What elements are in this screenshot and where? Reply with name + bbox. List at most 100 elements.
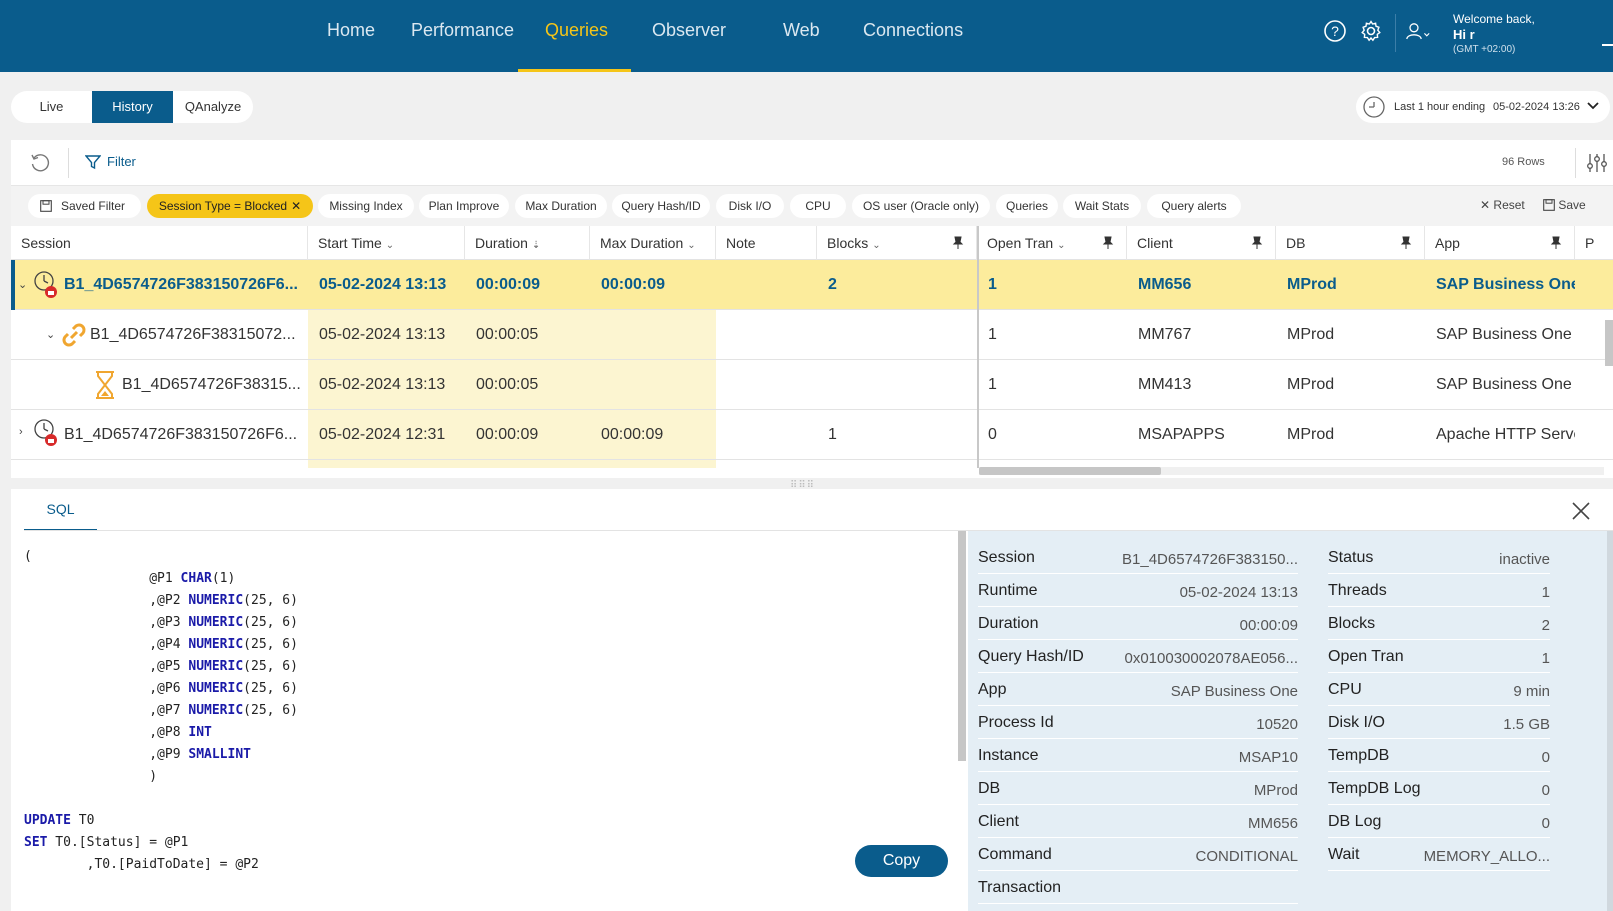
chip-disk-io[interactable]: Disk I/O — [716, 194, 784, 218]
properties-scrollbar[interactable] — [1607, 531, 1613, 911]
horizontal-scrollbar-thumb[interactable] — [979, 467, 1161, 475]
cell-note[interactable] — [716, 360, 817, 409]
tab-sql[interactable]: SQL — [24, 489, 97, 531]
save-icon — [1543, 199, 1555, 211]
help-icon[interactable]: ? — [1323, 19, 1347, 43]
cell-open-tran: 1 — [988, 326, 997, 343]
pin-icon[interactable] — [1400, 236, 1412, 250]
table-row[interactable]: B1_4D6574726F38315... 05-02-2024 13:13 0… — [11, 360, 1613, 410]
property-key: Open Tran — [1328, 648, 1404, 665]
time-range-picker[interactable]: Last 1 hour ending 05-02-2024 13:26 — [1356, 91, 1610, 123]
cell-session[interactable]: B1_4D6574726F38315... — [111, 360, 308, 409]
sql-text: ( — [24, 549, 32, 564]
property-row: TempDB 0 — [1328, 739, 1550, 772]
copy-button[interactable]: Copy — [855, 845, 948, 877]
col-note[interactable]: Note — [716, 226, 817, 260]
gear-icon[interactable] — [1359, 19, 1383, 43]
chip-missing-index[interactable]: Missing Index — [318, 194, 414, 218]
sql-keyword: INT — [188, 725, 212, 740]
col-start-time[interactable]: Start Time ⌄ — [308, 226, 465, 260]
sql-code-view[interactable]: ( @P1 CHAR(1) ,@P2 NUMERIC(25, 6) ,@P3 N… — [24, 549, 944, 909]
nav-home[interactable]: Home — [327, 20, 375, 41]
sql-text: ,@P3 — [24, 615, 189, 630]
close-icon[interactable]: ✕ — [291, 199, 301, 213]
col-session[interactable]: Session — [11, 226, 308, 260]
cell-blocks: 2 — [828, 276, 837, 293]
col-open-tran[interactable]: Open Tran ⌄ — [977, 226, 1127, 260]
cell-note[interactable] — [716, 310, 817, 359]
refresh-icon[interactable] — [29, 152, 51, 174]
pin-icon[interactable] — [1550, 236, 1562, 250]
sql-scrollbar-thumb[interactable] — [958, 531, 966, 761]
chevron-right-icon[interactable]: › — [19, 426, 23, 438]
col-p[interactable]: P — [1575, 226, 1613, 260]
chevron-down-icon[interactable]: ⌄ — [18, 278, 27, 291]
menu-edge-icon[interactable] — [1602, 44, 1613, 46]
col-max-duration[interactable]: Max Duration ⌄ — [590, 226, 716, 260]
property-row: TempDB Log 0 — [1328, 772, 1550, 805]
pinned-columns-divider[interactable] — [977, 226, 979, 468]
property-key: Session — [978, 549, 1035, 566]
cell-note[interactable] — [716, 410, 817, 459]
chip-session-type-blocked[interactable]: Session Type = Blocked ✕ — [147, 194, 313, 218]
cell-duration: 00:00:05 — [476, 376, 539, 393]
nav-performance[interactable]: Performance — [411, 20, 514, 41]
chip-wait-stats[interactable]: Wait Stats — [1063, 194, 1141, 218]
property-value: MM656 — [1247, 815, 1298, 832]
chip-saved-filter[interactable]: Saved Filter — [28, 194, 141, 218]
table-header: Session Start Time ⌄ Duration ⇣ Max Durati… — [11, 226, 1613, 260]
property-row: DB MProd — [978, 772, 1298, 805]
nav-queries[interactable]: Queries — [545, 20, 608, 41]
col-blocks[interactable]: Blocks ⌄ — [817, 226, 977, 260]
table-row[interactable]: › B1_4D6574726F383150726F6... 05-02-2024… — [11, 410, 1613, 460]
tab-qanalyze[interactable]: QAnalyze — [173, 91, 253, 123]
col-duration[interactable]: Duration ⇣ — [465, 226, 590, 260]
table-row[interactable]: ⌄ B1_4D6574726F38315072... 05-02-2024 13… — [11, 310, 1613, 360]
save-label: Save — [1558, 198, 1586, 212]
nav-connections[interactable]: Connections — [863, 20, 963, 41]
property-key: DB — [978, 780, 1001, 797]
cell-client: MM767 — [1138, 326, 1192, 343]
chevron-down-icon: ⌄ — [385, 240, 395, 251]
save-button[interactable]: Save — [1543, 198, 1586, 212]
sql-text: ,@P2 — [24, 593, 189, 608]
column-settings-icon[interactable] — [1586, 152, 1608, 174]
close-icon[interactable] — [1570, 500, 1592, 522]
property-row: Duration 00:00:09 — [978, 607, 1298, 640]
chip-plan-improve[interactable]: Plan Improve — [419, 194, 509, 218]
tab-history[interactable]: History — [92, 91, 173, 123]
sql-line: ) — [24, 769, 157, 784]
reset-button[interactable]: ✕ Reset — [1480, 198, 1525, 212]
chip-max-duration[interactable]: Max Duration — [515, 194, 607, 218]
col-client[interactable]: Client — [1127, 226, 1276, 260]
chevron-down-icon[interactable]: ⌄ — [46, 328, 55, 341]
filter-label: Filter — [107, 154, 136, 169]
cell-session[interactable]: B1_4D6574726F38315072... — [79, 310, 308, 359]
col-db[interactable]: DB — [1276, 226, 1425, 260]
user-name: Hi r — [1453, 27, 1475, 42]
nav-observer[interactable]: Observer — [652, 20, 726, 41]
nav-web[interactable]: Web — [783, 20, 820, 41]
chip-query-hash[interactable]: Query Hash/ID — [612, 194, 710, 218]
pin-icon[interactable] — [1251, 236, 1263, 250]
vertical-scrollbar-thumb[interactable] — [1605, 320, 1613, 366]
table-row[interactable]: ⌄ B1_4D6574726F383150726F6... 05-02-2024… — [11, 260, 1613, 310]
col-app[interactable]: App — [1425, 226, 1575, 260]
cell-db: MProd — [1287, 326, 1335, 343]
cell-duration: 00:00:09 — [476, 426, 539, 443]
chip-query-alerts[interactable]: Query alerts — [1147, 194, 1241, 218]
chip-queries[interactable]: Queries — [996, 194, 1058, 218]
cell-note[interactable] — [716, 260, 817, 309]
reset-label: Reset — [1493, 198, 1525, 212]
chip-os-user[interactable]: OS user (Oracle only) — [852, 194, 990, 218]
cell-session[interactable]: B1_4D6574726F383150726F6... — [53, 260, 308, 309]
sql-line: ( — [24, 549, 32, 564]
tab-live[interactable]: Live — [11, 91, 92, 123]
user-icon[interactable] — [1406, 19, 1430, 43]
chip-cpu[interactable]: CPU — [790, 194, 846, 218]
property-value: 9 min — [1513, 683, 1550, 700]
pin-icon[interactable] — [1102, 236, 1114, 250]
sql-text: (25, 6) — [243, 615, 298, 630]
pin-icon[interactable] — [952, 236, 964, 250]
cell-session[interactable]: B1_4D6574726F383150726F6... — [53, 410, 308, 459]
